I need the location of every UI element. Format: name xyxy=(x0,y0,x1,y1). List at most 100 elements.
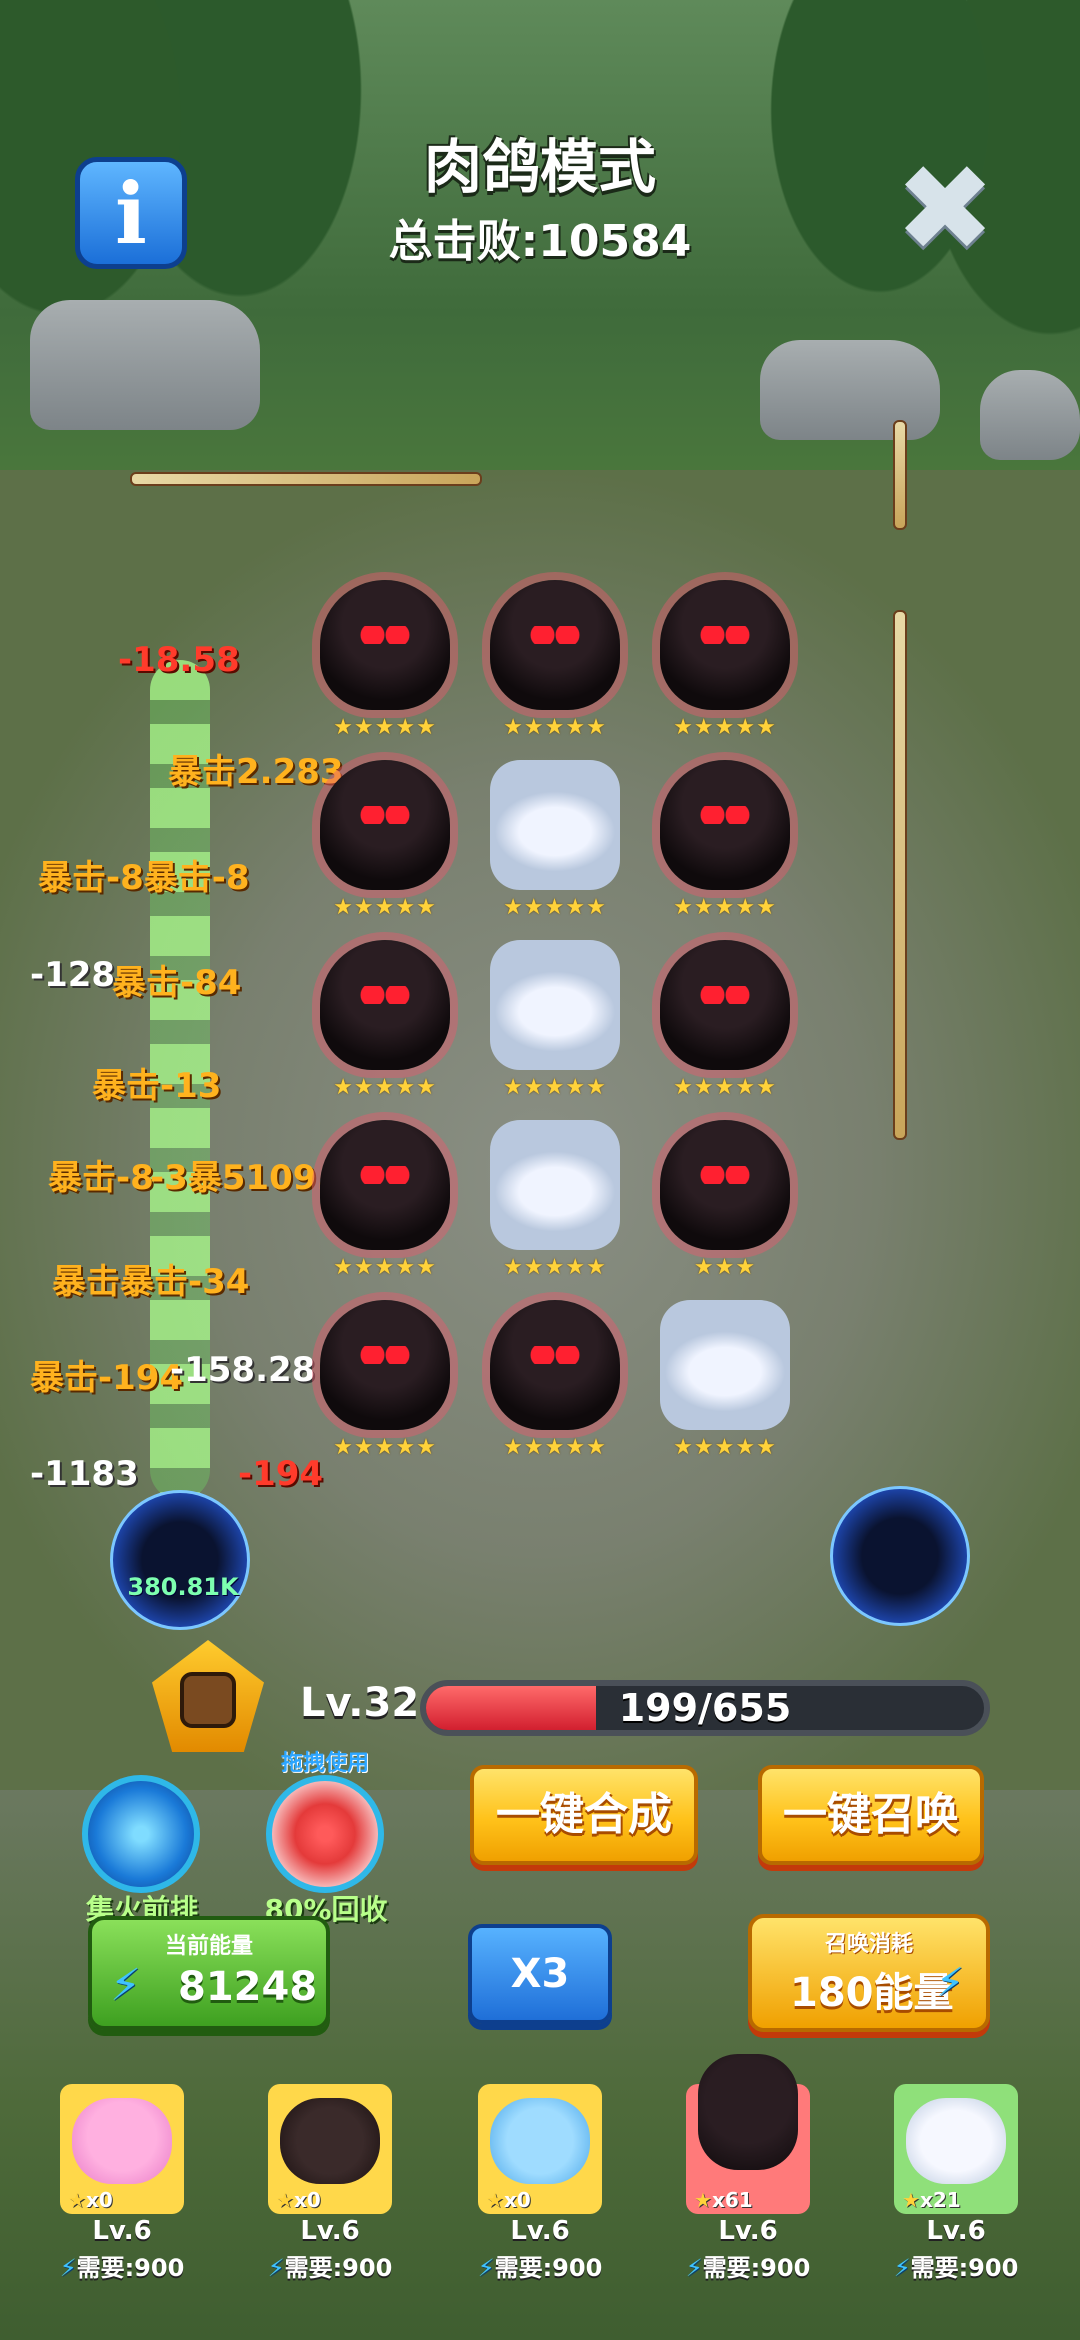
star-rating: ★★★★★ xyxy=(503,1435,607,1460)
merge-board: ★★★★★ ★★★★★ ★★★★★ ★★★★★ ★★★★★ ★★★★★ ★★★★… xyxy=(300,560,810,1480)
reaper-unit[interactable] xyxy=(320,580,450,710)
xp-bar: 199/655 xyxy=(420,1680,990,1736)
summon-cost-value: 180能量 xyxy=(790,1970,954,2016)
wolf-unit[interactable] xyxy=(660,1300,790,1430)
lightning-icon: ⚡ xyxy=(59,2254,77,2282)
board-slot[interactable]: ★★★★★ xyxy=(640,740,810,920)
reaper-unit[interactable] xyxy=(490,1300,620,1430)
damage-number: 暴击-194 xyxy=(30,1358,184,1398)
board-slot[interactable]: ★★★★★ xyxy=(640,920,810,1100)
star-icon: ★ xyxy=(694,2188,712,2212)
white-wolf-icon xyxy=(906,2098,1006,2184)
card-level: Lv.6 xyxy=(510,2216,570,2246)
close-button[interactable]: ✖ xyxy=(890,150,1000,270)
unit-card-blue-slime[interactable]: ★x0 xyxy=(478,2084,602,2214)
lightning-icon: ⚡ xyxy=(267,2254,285,2282)
wolf-unit[interactable] xyxy=(490,940,620,1070)
summon-cost-label: 召唤消耗 xyxy=(824,1932,913,1957)
energy-value: 81248 xyxy=(178,1964,318,2010)
summon-button[interactable]: 召唤消耗 180能量 ⚡ xyxy=(748,1914,990,2032)
reaper-unit[interactable] xyxy=(320,1300,450,1430)
board-slot[interactable]: ★★★★★ xyxy=(470,920,640,1100)
spear-projectile xyxy=(130,472,482,486)
card-count: ★x0 xyxy=(486,2188,531,2212)
level-label: Lv.32 xyxy=(300,1680,420,1726)
board-slot[interactable]: ★★★★★ xyxy=(300,740,470,920)
auto-merge-button[interactable]: 一键合成 xyxy=(470,1765,698,1865)
star-icon: ★ xyxy=(276,2188,294,2212)
star-rating: ★★★ xyxy=(693,1255,757,1280)
star-rating: ★★★★★ xyxy=(333,715,437,740)
card-need: ⚡需要:900 xyxy=(477,2254,603,2282)
board-slot[interactable]: ★★★★★ xyxy=(300,560,470,740)
damage-number: 暴击-13 xyxy=(92,1066,222,1106)
star-rating: ★★★★★ xyxy=(673,1435,777,1460)
board-slot[interactable]: ★★★★★ xyxy=(470,1100,640,1280)
right-portal xyxy=(830,1486,970,1626)
card-need: ⚡需要:900 xyxy=(893,2254,1019,2282)
card-need: ⚡需要:900 xyxy=(59,2254,185,2282)
energy-panel: 当前能量 ⚡ 81248 xyxy=(88,1916,330,2030)
star-icon: ★ xyxy=(486,2188,504,2212)
unit-card-dark-boar[interactable]: ★x0 xyxy=(268,2084,392,2214)
reaper-unit[interactable] xyxy=(320,760,450,890)
lightning-icon: ⚡ xyxy=(893,2254,911,2282)
board-slot[interactable]: ★★★★★ xyxy=(300,920,470,1100)
damage-number: -158.28 xyxy=(170,1350,316,1390)
star-rating: ★★★★★ xyxy=(503,1255,607,1280)
focus-fire-skill[interactable] xyxy=(82,1775,200,1893)
wolf-unit[interactable] xyxy=(490,760,620,890)
reaper-unit[interactable] xyxy=(320,940,450,1070)
rock xyxy=(760,340,940,440)
pink-axolotl-icon xyxy=(72,2098,172,2184)
star-rating: ★★★★★ xyxy=(333,1255,437,1280)
reaper-unit[interactable] xyxy=(660,940,790,1070)
damage-number: -18.58 xyxy=(118,640,240,680)
reaper-unit[interactable] xyxy=(490,580,620,710)
reaper-unit[interactable] xyxy=(320,1120,450,1250)
star-rating: ★★★★★ xyxy=(503,715,607,740)
reaper-unit[interactable] xyxy=(660,1120,790,1250)
spear-projectile xyxy=(893,610,907,1140)
reaper-unit[interactable] xyxy=(660,580,790,710)
rock xyxy=(30,300,260,430)
board-slot[interactable]: ★★★★★ xyxy=(470,1280,640,1460)
wolf-unit[interactable] xyxy=(490,1120,620,1250)
card-level: Lv.6 xyxy=(300,2216,360,2246)
close-icon: ✖ xyxy=(894,140,996,279)
speed-button[interactable]: X3 xyxy=(468,1924,612,2024)
damage-number: 暴击-8暴击-8 xyxy=(38,858,250,898)
card-need: ⚡需要:900 xyxy=(267,2254,393,2282)
spear-projectile xyxy=(893,420,907,530)
board-slot[interactable]: ★★★★★ xyxy=(470,740,640,920)
dark-boar-icon xyxy=(280,2098,380,2184)
damage-number: 暴击-84 xyxy=(112,963,242,1003)
card-count: ★x21 xyxy=(902,2188,961,2212)
board-slot[interactable]: ★★★★★ xyxy=(300,1280,470,1460)
lightning-icon: ⚡ xyxy=(477,2254,495,2282)
damage-number: 暴击-8 xyxy=(48,1158,154,1198)
card-need: ⚡需要:900 xyxy=(685,2254,811,2282)
star-rating: ★★★★★ xyxy=(333,1075,437,1100)
damage-number: -128 xyxy=(30,955,116,995)
star-icon: ★ xyxy=(902,2188,920,2212)
rock xyxy=(980,370,1080,460)
board-slot[interactable]: ★★★★★ xyxy=(470,560,640,740)
recycle-skill[interactable] xyxy=(266,1775,384,1893)
reaper-icon xyxy=(698,2054,798,2170)
star-rating: ★★★★★ xyxy=(673,1075,777,1100)
board-slot[interactable]: ★★★★★ xyxy=(300,1100,470,1280)
board-slot[interactable]: ★★★★★ xyxy=(640,560,810,740)
star-rating: ★★★★★ xyxy=(333,1435,437,1460)
unit-card-pink-axolotl[interactable]: ★x0 xyxy=(60,2084,184,2214)
reaper-unit[interactable] xyxy=(660,760,790,890)
unit-card-reaper[interactable]: ★x61 xyxy=(686,2054,810,2214)
drag-hint: 拖拽使用 xyxy=(280,1751,369,1776)
unit-card-white-wolf[interactable]: ★x21 xyxy=(894,2084,1018,2214)
board-slot[interactable]: ★★★ xyxy=(640,1100,810,1280)
auto-summon-button[interactable]: 一键召唤 xyxy=(758,1765,984,1865)
portal-hp-label: 380.81K xyxy=(127,1573,239,1601)
card-count: ★x61 xyxy=(694,2188,753,2212)
board-slot[interactable]: ★★★★★ xyxy=(640,1280,810,1460)
card-level: Lv.6 xyxy=(718,2216,778,2246)
